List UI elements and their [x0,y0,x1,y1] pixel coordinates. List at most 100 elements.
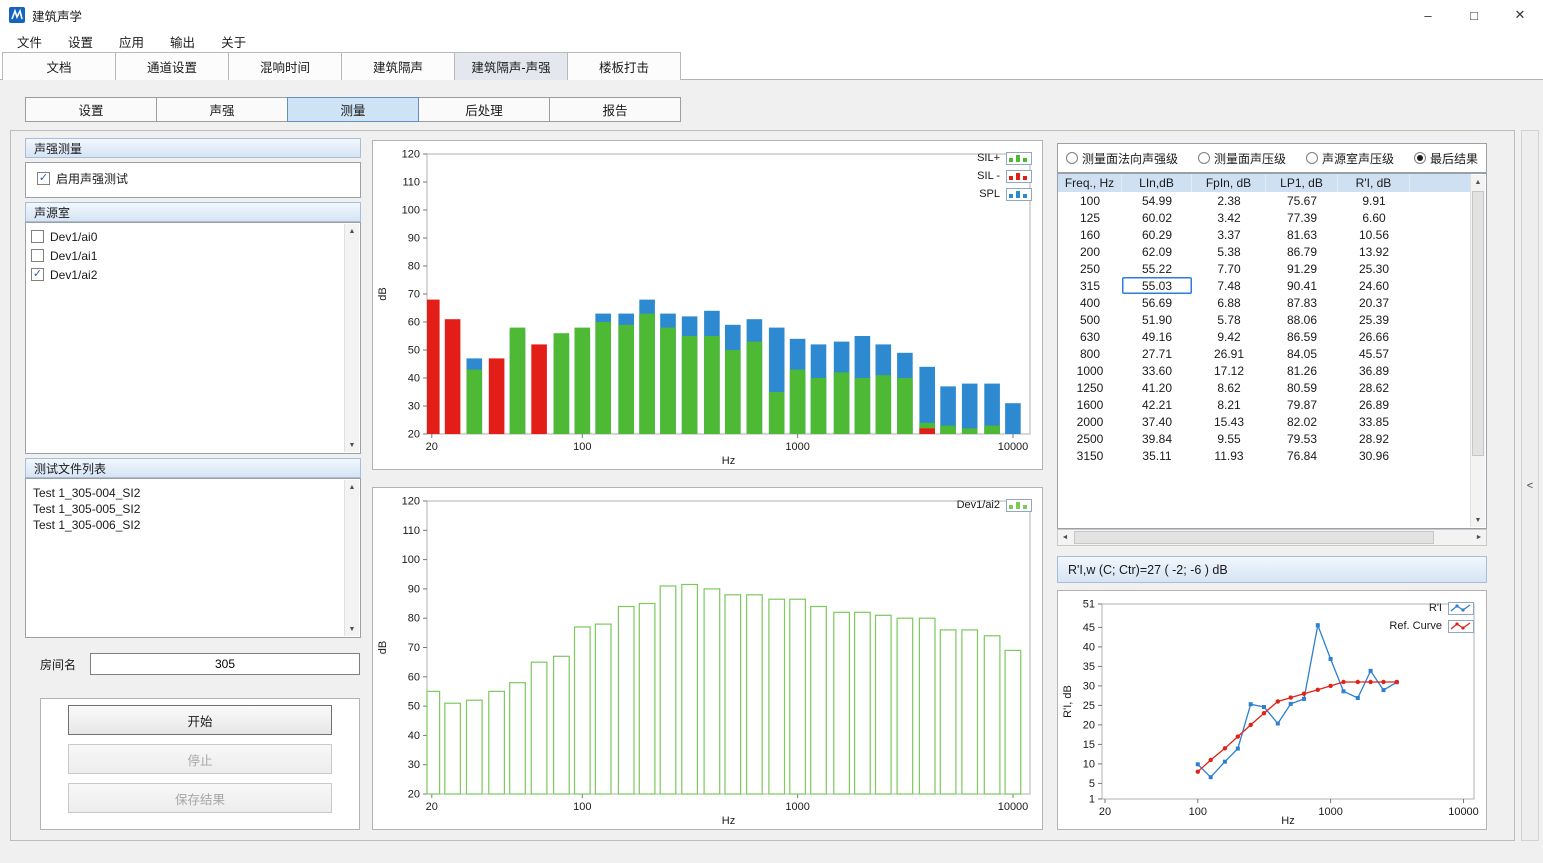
table-row[interactable]: 40056.696.8887.8320.37 [1058,294,1471,311]
table-cell[interactable]: 9.42 [1192,328,1266,345]
table-cell[interactable]: 2.38 [1192,192,1266,209]
table-cell[interactable]: 2000 [1058,413,1122,430]
table-row[interactable]: 16060.293.3781.6310.56 [1058,226,1471,243]
table-row[interactable]: 20062.095.3886.7913.92 [1058,243,1471,260]
table-row[interactable]: 250039.849.5579.5328.92 [1058,430,1471,447]
table-cell[interactable]: 20.37 [1338,294,1410,311]
scroll-right-arrow[interactable]: ► [1472,530,1486,544]
scroll-up-arrow[interactable]: ▲ [345,480,359,494]
column-header[interactable]: FpIn, dB [1192,174,1266,192]
table-cell[interactable]: 125 [1058,209,1122,226]
table-cell[interactable]: 30.96 [1338,447,1410,464]
table-cell[interactable]: 10.56 [1338,226,1410,243]
table-cell[interactable]: 13.92 [1338,243,1410,260]
tab-building-insulation[interactable]: 建筑隔声 [341,52,455,80]
table-cell[interactable]: 80.59 [1266,379,1338,396]
close-button[interactable]: ✕ [1497,0,1543,30]
table-cell[interactable]: 56.69 [1122,294,1192,311]
table-cell[interactable]: 41.20 [1122,379,1192,396]
table-cell[interactable]: 81.26 [1266,362,1338,379]
file-item[interactable]: Test 1_305-005_SI2 [26,501,360,517]
table-cell[interactable]: 100 [1058,192,1122,209]
table-cell[interactable]: 5.38 [1192,243,1266,260]
table-cell[interactable]: 27.71 [1122,345,1192,362]
table-cell[interactable]: 86.79 [1266,243,1338,260]
table-cell[interactable]: 6.88 [1192,294,1266,311]
table-cell[interactable]: 9.55 [1192,430,1266,447]
table-cell[interactable]: 8.62 [1192,379,1266,396]
table-cell[interactable]: 49.16 [1122,328,1192,345]
table-cell[interactable]: 160 [1058,226,1122,243]
tab-floor-impact[interactable]: 楼板打击 [567,52,681,80]
table-cell[interactable]: 28.92 [1338,430,1410,447]
table-cell[interactable]: 800 [1058,345,1122,362]
table-row[interactable]: 100033.6017.1281.2636.89 [1058,362,1471,379]
table-row[interactable]: 160042.218.2179.8726.89 [1058,396,1471,413]
tab-document[interactable]: 文档 [2,52,116,80]
table-cell[interactable]: 88.06 [1266,311,1338,328]
sil-minus-legend-icon[interactable] [1006,170,1032,183]
sub-tab-measurement[interactable]: 测量 [287,97,419,122]
radio-source-room-spl[interactable]: 声源室声压级 [1306,150,1394,167]
table-cell[interactable]: 51.90 [1122,311,1192,328]
table-cell[interactable]: 39.84 [1122,430,1192,447]
scroll-down-arrow[interactable]: ▼ [345,622,359,636]
table-cell[interactable]: 400 [1058,294,1122,311]
tab-building-insulation-intensity[interactable]: 建筑隔声-声强 [454,52,568,80]
table-cell[interactable]: 81.63 [1266,226,1338,243]
table-cell[interactable]: 33.85 [1338,413,1410,430]
radio-normal-intensity-level[interactable]: 测量面法向声强级 [1066,150,1178,167]
scroll-down-arrow[interactable]: ▼ [1471,513,1485,527]
table-row[interactable]: 31555.037.4890.4124.60 [1058,277,1471,294]
table-row[interactable]: 10054.992.3875.679.91 [1058,192,1471,209]
table-cell[interactable]: 26.66 [1338,328,1410,345]
table-cell[interactable]: 75.67 [1266,192,1338,209]
vertical-scroll-thumb[interactable] [1472,191,1484,456]
table-cell[interactable]: 3150 [1058,447,1122,464]
maximize-button[interactable]: □ [1451,0,1497,30]
tab-reverberation-time[interactable]: 混响时间 [228,52,342,80]
table-cell[interactable]: 86.59 [1266,328,1338,345]
channel-item[interactable]: ✓Dev1/ai2 [26,265,360,284]
table-cell[interactable]: 36.89 [1338,362,1410,379]
table-cell[interactable]: 17.12 [1192,362,1266,379]
table-cell[interactable]: 79.53 [1266,430,1338,447]
table-cell[interactable]: 76.84 [1266,447,1338,464]
column-header[interactable]: R'I, dB [1338,174,1410,192]
table-cell[interactable]: 35.11 [1122,447,1192,464]
scroll-up-arrow[interactable]: ▲ [1471,175,1485,189]
column-header[interactable]: LIn,dB [1122,174,1192,192]
sub-tab-settings[interactable]: 设置 [25,97,157,122]
table-cell[interactable]: 62.09 [1122,243,1192,260]
table-cell[interactable]: 5.78 [1192,311,1266,328]
sub-tab-intensity[interactable]: 声强 [156,97,288,122]
table-cell[interactable]: 8.21 [1192,396,1266,413]
enable-intensity-row[interactable]: ✓ 启用声强测试 [32,169,360,188]
table-cell[interactable]: 24.60 [1338,277,1410,294]
column-header[interactable]: Freq., Hz [1058,174,1122,192]
column-header[interactable]: LP1, dB [1266,174,1338,192]
sub-tab-postprocessing[interactable]: 后处理 [418,97,550,122]
tab-channel-setup[interactable]: 通道设置 [115,52,229,80]
table-row[interactable]: 80027.7126.9184.0545.57 [1058,345,1471,362]
table-cell[interactable]: 11.93 [1192,447,1266,464]
table-cell[interactable]: 7.70 [1192,260,1266,277]
table-cell[interactable]: 500 [1058,311,1122,328]
table-cell[interactable]: 55.03 [1122,277,1192,294]
ref-curve-legend-icon[interactable] [1448,620,1474,633]
table-cell[interactable]: 87.83 [1266,294,1338,311]
table-cell[interactable]: 33.60 [1122,362,1192,379]
table-cell[interactable]: 1600 [1058,396,1122,413]
horizontal-scroll-thumb[interactable] [1074,531,1434,544]
table-cell[interactable]: 79.87 [1266,396,1338,413]
table-cell[interactable]: 1250 [1058,379,1122,396]
table-cell[interactable]: 15.43 [1192,413,1266,430]
table-cell[interactable]: 2500 [1058,430,1122,447]
radio-surface-spl[interactable]: 测量面声压级 [1198,150,1286,167]
enable-intensity-checkbox[interactable]: ✓ [37,172,50,185]
table-cell[interactable]: 1000 [1058,362,1122,379]
table-cell[interactable]: 90.41 [1266,277,1338,294]
start-button[interactable]: 开始 [68,705,332,735]
ri-legend-icon[interactable] [1448,602,1474,615]
collapse-arrow-icon[interactable]: < [1527,480,1533,492]
